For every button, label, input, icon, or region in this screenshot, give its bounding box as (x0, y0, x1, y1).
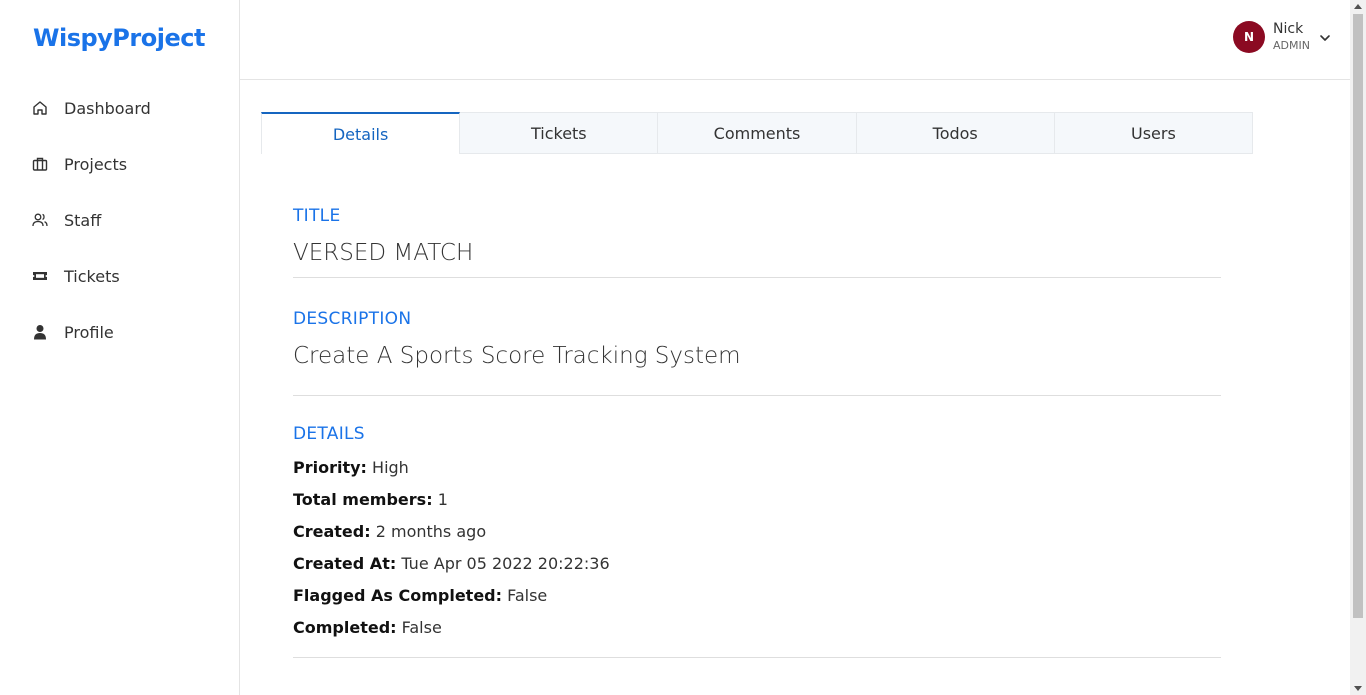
divider (293, 657, 1221, 658)
chevron-down-icon[interactable] (1318, 30, 1332, 44)
sidebar-item-label: Projects (64, 154, 128, 174)
sidebar-item-label: Staff (64, 210, 102, 230)
ticket-icon (32, 268, 48, 284)
briefcase-icon (32, 156, 48, 172)
project-description: Create A Sports Score Tracking System (293, 343, 741, 369)
user-icon (32, 324, 48, 340)
detail-created-at: Created At: Tue Apr 05 2022 20:22:36 (293, 548, 1221, 580)
user-menu[interactable]: N Nick ADMIN (1233, 20, 1332, 54)
detail-value: False (401, 618, 442, 637)
tab-users[interactable]: Users (1054, 112, 1254, 154)
detail-value: Tue Apr 05 2022 20:22:36 (401, 554, 610, 573)
scrollbar-thumb[interactable] (1353, 14, 1363, 618)
vertical-scrollbar[interactable] (1350, 0, 1366, 695)
detail-key: Created At: (293, 554, 397, 573)
detail-key: Flagged As Completed: (293, 586, 503, 605)
project-tabs: Details Tickets Comments Todos Users (261, 112, 1254, 154)
title-label: TITLE (293, 206, 341, 226)
brand-logo[interactable]: WispyProject (33, 24, 205, 52)
sidebar-item-staff[interactable]: Staff (0, 192, 239, 248)
sidebar-item-label: Tickets (64, 266, 120, 286)
detail-value: False (507, 586, 548, 605)
sidebar-item-label: Dashboard (64, 98, 151, 118)
tab-comments[interactable]: Comments (658, 112, 857, 154)
user-info: Nick ADMIN (1273, 20, 1310, 54)
scroll-down-icon[interactable] (1354, 686, 1362, 691)
tab-details[interactable]: Details (261, 112, 461, 154)
detail-key: Total members: (293, 490, 433, 509)
detail-value: High (372, 458, 409, 477)
user-role: ADMIN (1273, 39, 1310, 52)
detail-value: 1 (437, 490, 448, 509)
divider (293, 277, 1221, 278)
detail-total-members: Total members: 1 (293, 484, 1221, 516)
tab-todos[interactable]: Todos (856, 112, 1055, 154)
sidebar-item-profile[interactable]: Profile (0, 304, 239, 360)
top-header: N Nick ADMIN (240, 0, 1350, 80)
project-details: TITLE VERSED MATCH DESCRIPTION Create A … (293, 200, 1221, 658)
sidebar-item-projects[interactable]: Projects (0, 136, 239, 192)
user-name: Nick (1273, 21, 1304, 37)
sidebar-item-tickets[interactable]: Tickets (0, 248, 239, 304)
scroll-up-icon[interactable] (1354, 4, 1362, 9)
detail-key: Priority: (293, 458, 367, 477)
divider (293, 395, 1221, 396)
detail-key: Created: (293, 522, 371, 541)
home-icon (32, 100, 48, 116)
sidebar: WispyProject Dashboard Projects Staff Ti… (0, 0, 240, 695)
detail-flagged-completed: Flagged As Completed: False (293, 580, 1221, 612)
detail-priority: Priority: High (293, 452, 1221, 484)
sidebar-nav: Dashboard Projects Staff Tickets Profile (0, 80, 239, 360)
details-label: DETAILS (293, 424, 365, 444)
detail-value: 2 months ago (375, 522, 487, 541)
detail-created: Created: 2 months ago (293, 516, 1221, 548)
sidebar-item-label: Profile (64, 322, 114, 342)
detail-completed: Completed: False (293, 612, 1221, 644)
project-title: VERSED MATCH (293, 240, 474, 266)
tab-tickets[interactable]: Tickets (460, 112, 659, 154)
detail-key: Completed: (293, 618, 397, 637)
users-icon (32, 212, 48, 228)
avatar[interactable]: N (1233, 21, 1266, 53)
details-list: Priority: High Total members: 1 Created:… (293, 452, 1221, 644)
description-label: DESCRIPTION (293, 309, 412, 329)
sidebar-item-dashboard[interactable]: Dashboard (0, 80, 239, 136)
